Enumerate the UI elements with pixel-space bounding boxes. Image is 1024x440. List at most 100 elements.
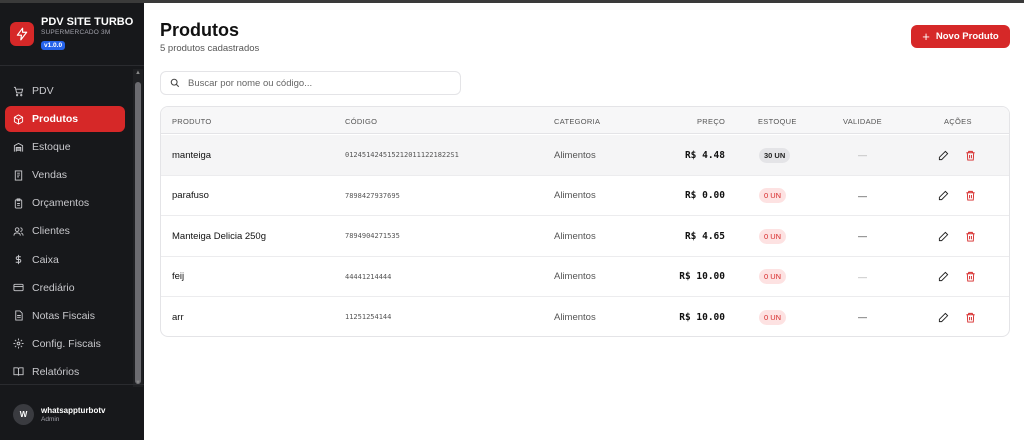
window-top-border	[0, 0, 1024, 3]
stock-cell: 0 UN	[759, 176, 787, 216]
dollar-icon	[13, 254, 24, 265]
sidebar-item-label: Crediário	[32, 281, 75, 294]
sidebar: PDV SITE TURBO SUPERMERCADO 3M v1.0.0 PD…	[0, 3, 144, 440]
book-icon	[13, 366, 24, 377]
table-row[interactable]: parafuso 7898427937695 Alimentos R$ 0.00…	[161, 176, 1009, 217]
product-price: R$ 10.00	[679, 271, 725, 283]
header-acoes: AÇÕES	[944, 117, 972, 126]
sidebar-item-label: PDV	[32, 85, 54, 97]
stock-badge: 0 UN	[759, 269, 787, 285]
table-row[interactable]: feij 44441214444 Alimentos R$ 10.00 0 UN…	[161, 257, 1009, 298]
sidebar-item-orcamentos[interactable]: Orçamentos	[5, 190, 125, 216]
sidebar-item-label: Orçamentos	[32, 197, 90, 210]
page-title: Produtos	[160, 20, 239, 40]
search-icon	[170, 78, 180, 88]
stock-badge: 30 UN	[759, 147, 791, 163]
delete-button[interactable]	[965, 297, 976, 336]
table-row[interactable]: manteiga 0124514245152120111221822S1 Ali…	[161, 135, 1009, 176]
delete-button[interactable]	[965, 135, 976, 175]
product-price: R$ 4.48	[684, 149, 725, 161]
sidebar-item-label: Caixa	[32, 253, 59, 266]
sidebar-item-estoque[interactable]: Estoque	[5, 134, 125, 160]
trash-icon	[966, 231, 975, 242]
pencil-icon	[938, 272, 949, 282]
delete-button[interactable]	[965, 216, 976, 256]
pencil-icon	[938, 190, 949, 201]
product-category: Alimentos	[554, 230, 596, 242]
table-row[interactable]: Manteiga Delicia 250g 7894904271535 Alim…	[161, 216, 1009, 257]
products-table: PRODUTO CÓDIGO CATEGORIA PREÇO ESTOQUE V…	[160, 106, 1010, 337]
edit-button[interactable]	[938, 297, 949, 336]
gear-icon	[13, 338, 24, 349]
users-icon	[13, 226, 24, 237]
search-bar[interactable]	[160, 71, 461, 95]
lightning-logo-icon	[10, 22, 34, 46]
product-price: R$ 4.65	[684, 230, 725, 242]
header-estoque: ESTOQUE	[758, 117, 797, 126]
product-name: Manteiga Delicia 250g	[172, 230, 267, 242]
sidebar-item-label: Notas Fiscais	[32, 309, 96, 322]
sidebar-item-clientes[interactable]: Clientes	[5, 218, 125, 244]
product-category: Alimentos	[554, 311, 596, 323]
brand-header: PDV SITE TURBO SUPERMERCADO 3M v1.0.0	[0, 3, 144, 66]
product-name: arr	[172, 311, 184, 323]
sidebar-item-crediario[interactable]: Crediário	[5, 275, 125, 301]
sidebar-item-vendas[interactable]: Vendas	[5, 162, 125, 188]
user-role: Admin	[41, 416, 60, 423]
pencil-icon	[938, 312, 949, 322]
edit-button[interactable]	[938, 135, 949, 175]
delete-button[interactable]	[965, 257, 976, 297]
sidebar-scrollbar[interactable]: ▲ ▼	[133, 69, 143, 387]
cart-icon	[13, 86, 24, 97]
edit-button[interactable]	[938, 176, 949, 216]
header-validade: VALIDADE	[843, 117, 882, 126]
sidebar-item-caixa[interactable]: Caixa	[5, 247, 125, 273]
sidebar-item-produtos[interactable]: Produtos	[5, 106, 125, 133]
product-category: Alimentos	[554, 190, 596, 202]
trash-icon	[966, 150, 975, 161]
file-icon	[13, 310, 24, 321]
table-row[interactable]: arr 11251254144 Alimentos R$ 10.00 0 UN …	[161, 297, 1009, 336]
sidebar-item-pdv[interactable]: PDV	[5, 78, 125, 104]
stock-cell: 0 UN	[759, 297, 787, 336]
user-profile[interactable]: W whatsappturbotv Admin	[0, 384, 144, 440]
sidebar-item-notas-fiscais[interactable]: Notas Fiscais	[5, 303, 125, 329]
product-price: R$ 0.00	[684, 190, 725, 202]
product-code: 44441214444	[345, 272, 392, 281]
header-categoria: CATEGORIA	[554, 117, 601, 126]
sidebar-item-label: Config. Fiscais	[32, 337, 101, 350]
header-preco: PREÇO	[697, 117, 726, 126]
search-input[interactable]	[188, 77, 448, 89]
plus-icon: +	[922, 29, 930, 44]
product-expiry: —	[858, 231, 867, 242]
sidebar-item-label: Clientes	[32, 225, 70, 238]
table-header: PRODUTO CÓDIGO CATEGORIA PREÇO ESTOQUE V…	[161, 107, 1009, 134]
edit-button[interactable]	[938, 257, 949, 297]
stock-cell: 0 UN	[759, 216, 787, 256]
scrollbar-thumb[interactable]	[135, 82, 141, 384]
delete-button[interactable]	[965, 176, 976, 216]
warehouse-icon	[13, 142, 24, 153]
product-code: 0124514245152120111221822S1	[345, 151, 459, 159]
receipt-icon	[13, 170, 24, 181]
scroll-up-arrow-icon[interactable]: ▲	[133, 69, 143, 77]
edit-button[interactable]	[938, 216, 949, 256]
pencil-icon	[938, 150, 949, 160]
new-product-button[interactable]: + Novo Produto	[911, 25, 1010, 48]
sidebar-item-config-fiscais[interactable]: Config. Fiscais	[5, 331, 125, 357]
product-name: parafuso	[172, 190, 209, 202]
clipboard-icon	[13, 198, 24, 209]
product-expiry: —	[858, 150, 867, 160]
box-icon	[13, 113, 24, 125]
header-produto: PRODUTO	[172, 117, 212, 126]
app-title: PDV SITE TURBO	[41, 16, 134, 28]
product-code: 7898427937695	[345, 191, 400, 200]
trash-icon	[966, 191, 975, 201]
sidebar-item-label: Estoque	[32, 141, 71, 154]
stock-badge: 0 UN	[759, 228, 787, 244]
stock-cell: 30 UN	[759, 135, 791, 175]
sidebar-item-relatorios[interactable]: Relatórios	[5, 359, 125, 385]
header-codigo: CÓDIGO	[345, 117, 378, 126]
product-category: Alimentos	[554, 271, 596, 283]
product-name: feij	[172, 271, 185, 283]
